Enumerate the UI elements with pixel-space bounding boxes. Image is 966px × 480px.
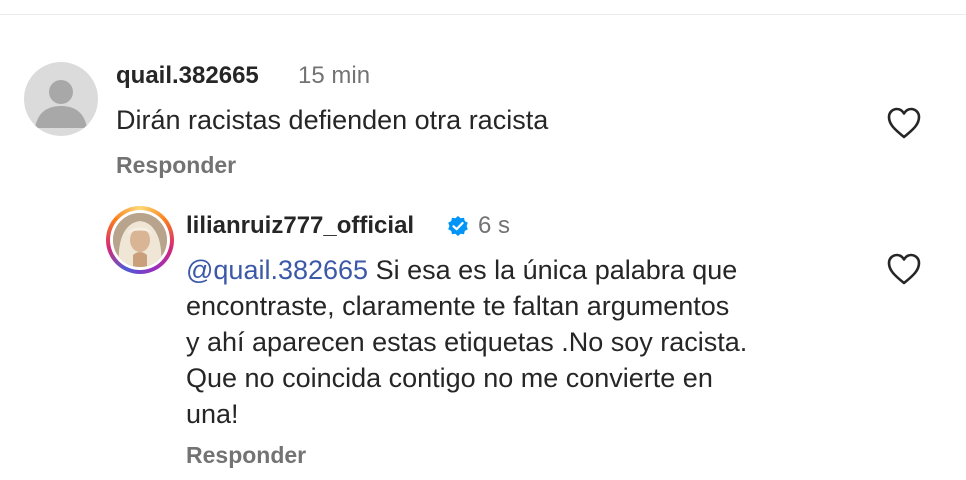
verified-badge-icon [446, 214, 470, 238]
comment-text-line-5: una! [186, 399, 239, 429]
top-divider [0, 14, 966, 15]
comment-text: @quail.382665 Si esa es la única palabra… [186, 252, 876, 432]
heart-outline-icon[interactable] [886, 252, 922, 286]
comment-text-line-2: encontraste, claramente te faltan argume… [186, 291, 730, 321]
comment-text: Dirán racistas defienden otra racista [116, 105, 549, 135]
profile-photo [113, 213, 167, 267]
comment-username[interactable]: lilianruiz777_official [186, 212, 414, 240]
reply-button[interactable]: Responder [186, 442, 306, 469]
comment-text-line-3: y ahí aparecen estas etiquetas .No soy r… [186, 327, 748, 357]
comment-text-segment: Si esa es la única palabra que [368, 255, 738, 285]
comment-timestamp: 15 min [298, 62, 371, 89]
user-avatar[interactable] [106, 206, 174, 274]
mention-link[interactable]: @quail.382665 [186, 255, 368, 285]
comment-username[interactable]: quail.382665 [116, 62, 259, 90]
heart-outline-icon[interactable] [886, 106, 922, 140]
comment-timestamp: 6 s [478, 212, 511, 239]
comment-text-line-4: Que no coincida contigo no me convierte … [186, 363, 713, 393]
reply-button[interactable]: Responder [116, 152, 236, 179]
comment-text-line-1: @quail.382665 Si esa es la única palabra… [186, 252, 876, 288]
default-user-avatar-icon[interactable] [24, 62, 98, 136]
